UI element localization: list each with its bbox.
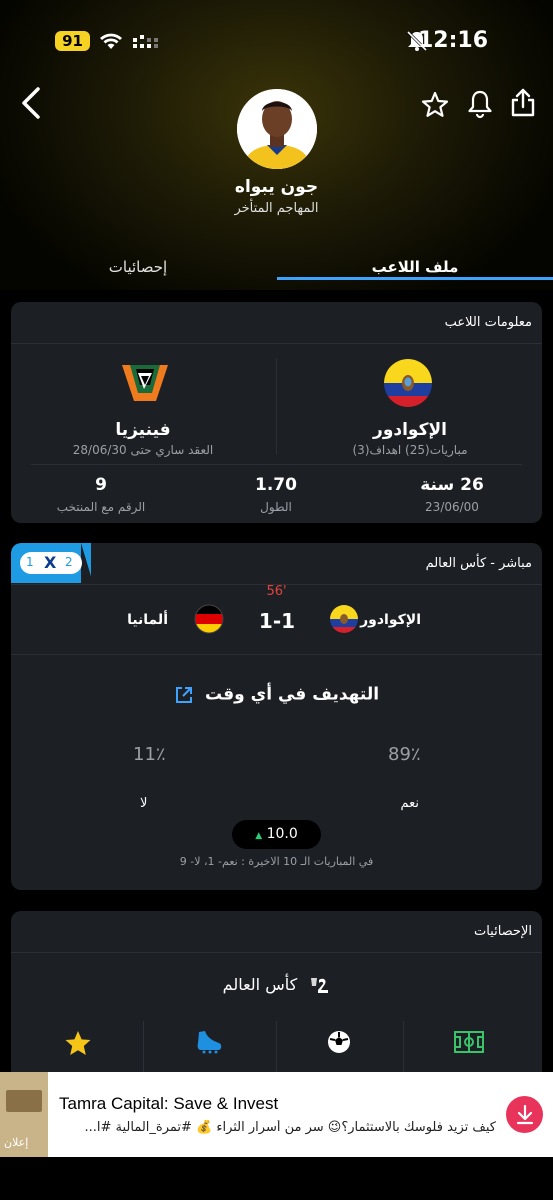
- ecuador-flag-icon[interactable]: [383, 358, 433, 408]
- signal-icon: [133, 35, 158, 48]
- shirt-number-label: الرقم مع المنتخب: [56, 500, 146, 514]
- player-avatar: [237, 89, 317, 169]
- boot-icon[interactable]: [195, 1029, 223, 1055]
- ad-thumbnail: إعلان: [0, 1072, 48, 1157]
- no-percent: 11٪: [133, 744, 166, 765]
- wifi-icon: [100, 33, 122, 49]
- no-option[interactable]: لا: [140, 796, 147, 811]
- odds-value: 10.0: [266, 826, 298, 842]
- competition-name: كأس العالم: [222, 975, 298, 994]
- ad-title: Tamra Capital: Save & Invest: [59, 1094, 279, 1113]
- club-contract: العقد ساري حتى 28/06/30: [72, 443, 214, 457]
- ad-label: إعلان: [4, 1136, 29, 1149]
- tab-player-profile[interactable]: ملف اللاعب: [277, 258, 553, 276]
- ad-banner[interactable]: إعلان Tamra Capital: Save & Invest كيف ت…: [0, 1072, 553, 1157]
- match-minute: 56': [266, 584, 287, 599]
- player-name: جون يبواه: [234, 177, 319, 197]
- pitch-icon[interactable]: [454, 1031, 484, 1053]
- player-dob: 23/06/00: [425, 500, 479, 514]
- competition-row[interactable]: كأس العالم: [11, 974, 542, 994]
- ad-download-button[interactable]: [506, 1096, 543, 1133]
- shirt-number: 9: [95, 475, 107, 495]
- active-tab-indicator: [277, 277, 553, 280]
- national-team-record: مباريات(25) اهداف(3): [352, 443, 468, 457]
- external-link-icon: [175, 686, 192, 703]
- height-label: الطول: [260, 500, 292, 514]
- player-age: 26 سنة: [420, 475, 484, 495]
- home-team-name[interactable]: الإكوادور: [360, 612, 421, 628]
- national-team-name[interactable]: الإكوادور: [288, 420, 532, 440]
- live-match-card: 1 X 2 مباشر - كأس العالم 56' الإكوادور 1…: [11, 543, 542, 890]
- up-arrow-icon: ▲: [255, 831, 263, 841]
- statistics-title: الإحصائيات: [473, 924, 532, 939]
- germany-flag-icon: [194, 604, 224, 634]
- odds-pill[interactable]: ▲ 10.0: [232, 820, 321, 849]
- live-title: مباشر - كأس العالم: [425, 556, 532, 571]
- tab-statistics[interactable]: إحصائيات: [0, 258, 276, 276]
- poll-header[interactable]: التهديف في أي وقت: [11, 684, 542, 705]
- share-icon[interactable]: [509, 87, 537, 119]
- statistics-card: الإحصائيات كأس العالم: [11, 911, 542, 1081]
- star-icon[interactable]: [64, 1030, 92, 1056]
- venezia-crest-icon[interactable]: [120, 363, 170, 403]
- yes-option[interactable]: نعم: [400, 796, 419, 811]
- yes-percent: 89٪: [388, 744, 421, 765]
- player-info-card: معلومات اللاعب الإكوادور مباريات(25) اهد…: [11, 302, 542, 523]
- back-arrow-icon[interactable]: [18, 86, 44, 120]
- bell-icon[interactable]: [466, 89, 494, 119]
- world-cup-icon: [311, 977, 329, 993]
- star-icon[interactable]: [421, 91, 449, 118]
- player-position: المهاجم المتأخر: [234, 201, 319, 216]
- odds-badge[interactable]: 1 X 2: [11, 543, 93, 583]
- bottom-safe-area: [0, 1157, 553, 1200]
- odds-badge-2: 2: [65, 555, 73, 569]
- battery-indicator: 91: [55, 31, 90, 51]
- match-score[interactable]: 1-1: [236, 609, 318, 633]
- ad-text: كيف تزيد فلوسك بالاستثمار؟😉 سر من أسرار …: [84, 1120, 496, 1135]
- odds-badge-x: X: [44, 553, 57, 572]
- poll-title: التهديف في أي وقت: [205, 684, 380, 705]
- status-bar: 91 12:16: [0, 20, 553, 62]
- ecuador-flag-icon: [330, 605, 358, 633]
- club-name[interactable]: فينيزيا: [21, 420, 265, 440]
- recent-form: في المباريات الـ 10 الاخيرة : نعم- 1، لا…: [179, 855, 374, 868]
- card-title: معلومات اللاعب: [444, 315, 532, 330]
- ball-icon[interactable]: [326, 1029, 352, 1055]
- away-team-name[interactable]: ألمانيا: [127, 612, 168, 628]
- player-height: 1.70: [255, 475, 297, 495]
- odds-badge-1: 1: [26, 555, 34, 569]
- download-icon: [516, 1104, 534, 1125]
- clock: 12:16: [417, 28, 488, 53]
